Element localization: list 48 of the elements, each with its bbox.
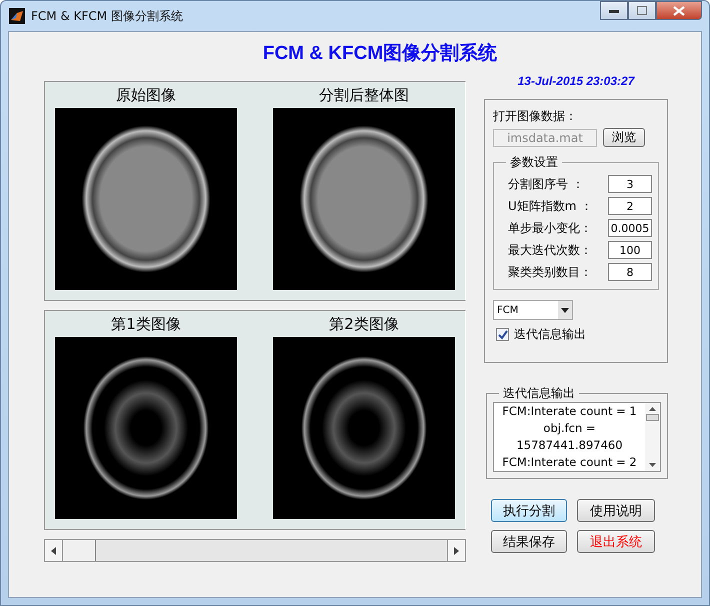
output-listbox[interactable]: FCM:Interate count = 1 obj.fcn = 15787441.897460 FCM:Interate count = 2 bbox=[493, 402, 661, 472]
image-title: 原始图像 bbox=[116, 85, 176, 106]
output-line: FCM:Interate count = 1 bbox=[501, 403, 638, 420]
close-button[interactable] bbox=[656, 1, 702, 20]
vertical-scrollbar[interactable] bbox=[645, 403, 660, 471]
parameter-label: 分割图序号 ： bbox=[507, 176, 584, 192]
parameter-label: 单步最小变化： bbox=[507, 220, 592, 236]
method-dropdown[interactable]: FCM bbox=[493, 300, 573, 320]
maximize-button[interactable] bbox=[628, 1, 656, 20]
window-title: FCM & KFCM 图像分割系统 bbox=[31, 8, 183, 24]
image-title: 分割后整体图 bbox=[319, 85, 409, 106]
dropdown-arrow-icon bbox=[561, 308, 569, 312]
checkbox[interactable] bbox=[496, 328, 509, 341]
checkbox-label: 迭代信息输出 bbox=[514, 326, 586, 343]
parameter-field[interactable]: 0.0005 bbox=[608, 219, 652, 237]
parameter-label: 最大迭代次数： bbox=[507, 242, 592, 258]
parameter-field[interactable]: 3 bbox=[608, 175, 652, 193]
open-data-label: 打开图像数据： bbox=[493, 108, 578, 125]
scrollbar-thumb[interactable] bbox=[63, 540, 96, 561]
scroll-right-icon[interactable] bbox=[447, 540, 465, 561]
image-title: 第1类图像 bbox=[111, 314, 181, 335]
output-line: 15787441.897460 bbox=[515, 437, 624, 454]
action-button[interactable]: 结果保存 bbox=[491, 530, 567, 553]
output-line: FCM:Interate count = 2 bbox=[501, 454, 638, 471]
action-button[interactable]: 使用说明 bbox=[577, 499, 655, 522]
maximize-icon bbox=[637, 6, 647, 15]
scroll-left-icon[interactable] bbox=[45, 540, 63, 561]
action-button[interactable]: 执行分割 bbox=[491, 499, 567, 522]
app-heading: FCM & KFCM图像分割系统 bbox=[262, 42, 498, 66]
image-title: 第2类图像 bbox=[329, 314, 399, 335]
minimize-icon bbox=[609, 8, 619, 12]
scroll-up-icon[interactable] bbox=[649, 407, 656, 411]
output-line: obj.fcn = bbox=[542, 420, 597, 437]
group-title: 迭代信息输出 bbox=[502, 385, 576, 402]
parameter-label: 聚类类别数目： bbox=[507, 264, 592, 280]
close-icon bbox=[673, 6, 685, 16]
horizontal-scrollbar[interactable] bbox=[44, 539, 466, 562]
parameter-field[interactable]: 100 bbox=[608, 241, 652, 259]
date-time: 13-Jul-2015 23:03:27 bbox=[516, 73, 636, 90]
minimize-button[interactable] bbox=[600, 1, 628, 20]
parameter-field[interactable]: 2 bbox=[608, 197, 652, 215]
scroll-down-icon[interactable] bbox=[649, 463, 656, 467]
browse-button[interactable]: 浏览 bbox=[603, 128, 645, 147]
parameter-field[interactable]: 8 bbox=[608, 263, 652, 281]
group-title: 参数设置 bbox=[509, 154, 559, 171]
app-icon bbox=[9, 8, 25, 24]
scrollbar-thumb[interactable] bbox=[646, 414, 659, 421]
parameter-label: U矩阵指数m ： bbox=[507, 198, 592, 214]
